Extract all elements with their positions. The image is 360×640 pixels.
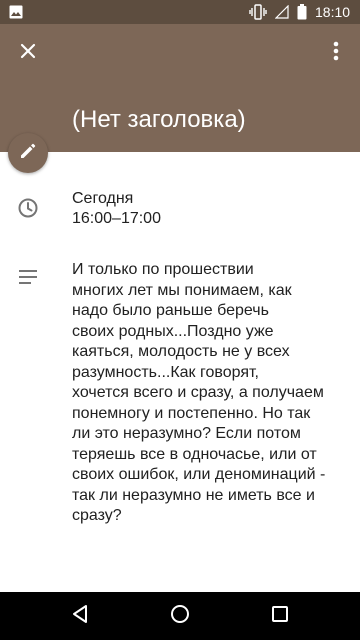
event-day: Сегодня	[72, 190, 134, 207]
home-button[interactable]	[168, 604, 192, 628]
notes-icon	[17, 268, 39, 291]
event-title: (Нет заголовка)	[72, 106, 246, 133]
image-icon	[9, 5, 23, 24]
close-icon	[20, 43, 36, 64]
vibrate-icon	[249, 4, 267, 25]
navigation-bar	[0, 592, 360, 640]
event-description: И только по прошествии многих лет мы пон…	[72, 261, 326, 524]
recents-button[interactable]	[268, 604, 292, 628]
status-time: 18:10	[315, 4, 351, 20]
home-icon	[170, 604, 190, 629]
event-time-range: 16:00–17:00	[72, 210, 161, 227]
back-button[interactable]	[68, 604, 92, 628]
edit-button[interactable]	[8, 133, 48, 173]
battery-icon	[297, 4, 307, 25]
recents-icon	[271, 605, 289, 628]
more-vert-icon	[333, 41, 339, 66]
back-icon	[70, 604, 90, 629]
clock-icon	[17, 197, 39, 224]
event-header: (Нет заголовка)	[0, 24, 360, 152]
close-button[interactable]	[12, 37, 44, 69]
signal-icon	[274, 4, 289, 24]
more-options-button[interactable]	[324, 37, 348, 69]
event-time: Сегодня 16:00–17:00	[72, 189, 161, 229]
pencil-icon	[19, 142, 37, 165]
status-bar: 18:10	[0, 0, 360, 24]
